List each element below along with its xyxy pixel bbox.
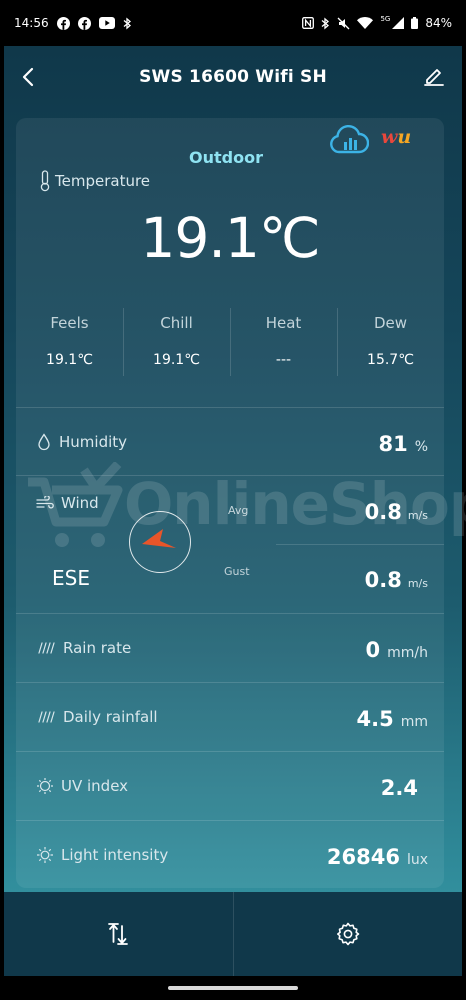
wind-block[interactable]: Wind ESE Avg 0.8 m/s Gust 0.8 m/s bbox=[16, 475, 444, 613]
light-intensity-value: 26846 bbox=[326, 845, 400, 869]
heat-value: --- bbox=[275, 352, 292, 368]
nfc-icon bbox=[302, 17, 315, 29]
outdoor-label: Outdoor bbox=[189, 148, 263, 167]
wind-label: Wind bbox=[61, 494, 99, 512]
wind-avg-unit: m/s bbox=[407, 509, 428, 522]
network-label: 5G bbox=[380, 15, 391, 23]
wind-avg-value: 0.8 bbox=[364, 500, 402, 524]
wind-icon bbox=[36, 496, 54, 509]
heat-cell: Heat --- bbox=[230, 306, 337, 380]
daily-rainfall-unit: mm bbox=[400, 714, 428, 730]
app-screen: SWS 16600 Wifi SH wu Outdoor Temperature… bbox=[4, 46, 466, 976]
battery-percent: 84% bbox=[425, 16, 452, 30]
chill-label: Chill bbox=[160, 314, 193, 332]
feels-label: Feels bbox=[50, 314, 89, 332]
edit-button[interactable] bbox=[422, 64, 446, 88]
wind-gust-value: 0.8 bbox=[364, 568, 402, 592]
rain-rate-value: 0 bbox=[365, 638, 381, 662]
temperature-label: Temperature bbox=[55, 172, 151, 190]
wind-gust-label: Gust bbox=[224, 565, 250, 578]
humidity-unit: % bbox=[414, 439, 428, 455]
chill-value: 19.1℃ bbox=[153, 352, 200, 368]
sort-arrows-icon bbox=[108, 923, 129, 945]
light-intensity-label: Light intensity bbox=[61, 846, 169, 864]
battery-icon bbox=[411, 17, 419, 29]
outdoor-card: wu Outdoor Temperature 19.1℃ Feels 19.1℃… bbox=[16, 118, 444, 888]
dew-cell: Dew 15.7℃ bbox=[337, 306, 444, 380]
facebook-icon bbox=[77, 16, 91, 30]
daily-rainfall-value: 4.5 bbox=[356, 707, 394, 731]
light-intensity-row[interactable]: Light intensity 26846 lux bbox=[16, 820, 444, 888]
back-button[interactable] bbox=[16, 63, 42, 91]
facebook-icon bbox=[56, 16, 70, 30]
thermometer-icon bbox=[40, 170, 50, 192]
wind-direction-arrow-icon bbox=[141, 528, 176, 548]
page-title: SWS 16600 Wifi SH bbox=[139, 67, 327, 87]
rain-rate-label: Rain rate bbox=[63, 639, 132, 657]
signal-icon bbox=[392, 17, 405, 29]
wind-divider bbox=[276, 544, 444, 545]
app-header: SWS 16600 Wifi SH bbox=[4, 46, 462, 108]
rain-rate-unit: mm/h bbox=[387, 645, 428, 661]
sort-button[interactable] bbox=[4, 892, 233, 976]
youtube-icon bbox=[98, 17, 115, 29]
sun-icon bbox=[37, 847, 53, 863]
bluetooth-icon bbox=[321, 16, 330, 30]
chill-cell: Chill 19.1℃ bbox=[123, 306, 230, 380]
wind-compass bbox=[129, 511, 191, 573]
status-bar: 14:56 5G 84% bbox=[0, 0, 466, 46]
dew-label: Dew bbox=[373, 314, 408, 332]
humidity-row[interactable]: Humidity 81 % bbox=[16, 407, 444, 475]
chevron-left-icon bbox=[22, 67, 34, 87]
humidity-value: 81 bbox=[378, 432, 408, 456]
daily-rainfall-row[interactable]: Daily rainfall 4.5 mm bbox=[16, 682, 444, 750]
wifi-icon bbox=[357, 17, 374, 29]
rain-icon bbox=[38, 711, 55, 723]
feels-value: 19.1℃ bbox=[46, 352, 93, 368]
mute-icon bbox=[337, 17, 350, 30]
wind-avg-label: Avg bbox=[228, 504, 249, 517]
humidity-label: Humidity bbox=[59, 433, 128, 451]
droplet-icon bbox=[38, 433, 50, 451]
light-intensity-unit: lux bbox=[406, 852, 428, 868]
rain-rate-row[interactable]: Rain rate 0 mm/h bbox=[16, 613, 444, 681]
wunderground-logo[interactable]: wu bbox=[381, 126, 411, 148]
bottom-action-bar bbox=[4, 892, 462, 976]
temperature-label-row: Temperature bbox=[38, 170, 150, 192]
home-gesture-handle[interactable] bbox=[168, 986, 298, 990]
bluetooth-icon bbox=[123, 16, 132, 30]
uv-sun-icon bbox=[37, 778, 53, 794]
wind-gust-unit: m/s bbox=[407, 577, 428, 590]
system-nav-bar bbox=[0, 976, 466, 1000]
settings-gear-icon bbox=[336, 922, 360, 946]
heat-label: Heat bbox=[265, 314, 302, 332]
temperature-value: 19.1℃ bbox=[140, 206, 320, 270]
dew-value: 15.7℃ bbox=[367, 352, 414, 368]
feels-cell: Feels 19.1℃ bbox=[16, 306, 123, 380]
daily-rainfall-label: Daily rainfall bbox=[63, 708, 158, 726]
pencil-icon bbox=[424, 69, 444, 86]
uv-index-row[interactable]: UV index 2.4 bbox=[16, 751, 444, 819]
uv-index-label: UV index bbox=[61, 777, 129, 795]
uv-index-value: 2.4 bbox=[380, 776, 418, 800]
temperature-sub-readings: Feels 19.1℃ Chill 19.1℃ Heat --- Dew 15.… bbox=[16, 306, 444, 380]
status-time: 14:56 bbox=[14, 16, 49, 30]
settings-button[interactable] bbox=[232, 892, 463, 976]
rain-icon bbox=[38, 642, 55, 654]
wind-direction: ESE bbox=[52, 566, 90, 590]
